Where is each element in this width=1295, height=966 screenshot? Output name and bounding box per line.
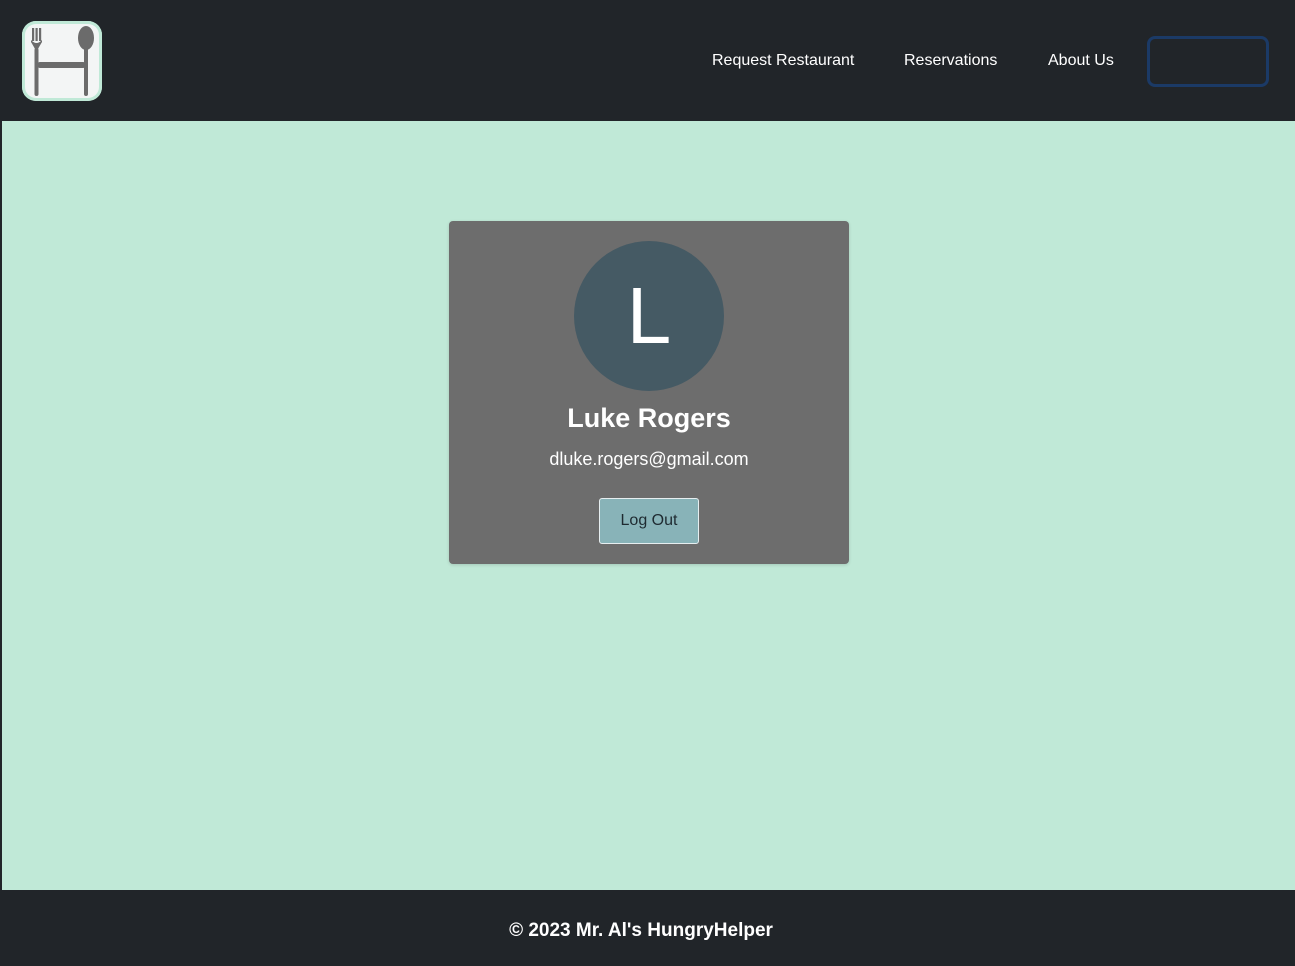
- profile-card: L Luke Rogers dluke.rogers@gmail.com Log…: [449, 221, 849, 564]
- navbar: Request Restaurant Reservations About Us: [2, 1, 1295, 121]
- brand-logo[interactable]: [22, 21, 102, 101]
- nav-link-about-us[interactable]: About Us: [1048, 51, 1114, 71]
- nav-outline-button[interactable]: [1147, 36, 1269, 87]
- nav-link-reservations[interactable]: Reservations: [904, 51, 997, 71]
- logout-button[interactable]: Log Out: [599, 498, 699, 544]
- footer: © 2023 Mr. Al's HungryHelper: [2, 890, 1295, 966]
- footer-copyright: © 2023 Mr. Al's HungryHelper: [509, 920, 773, 941]
- user-name: Luke Rogers: [567, 403, 731, 433]
- app-frame: Request Restaurant Reservations About Us…: [2, 1, 1295, 966]
- user-email: dluke.rogers@gmail.com: [549, 449, 749, 469]
- fork-spoon-icon: [22, 21, 102, 101]
- avatar: L: [574, 241, 724, 391]
- nav-link-request-restaurant[interactable]: Request Restaurant: [712, 51, 854, 71]
